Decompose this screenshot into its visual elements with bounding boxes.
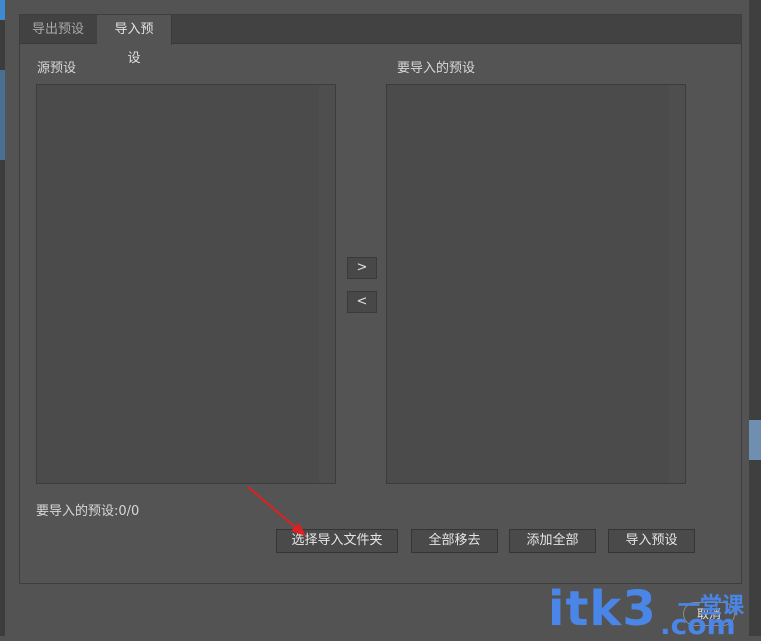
background-window-left — [0, 0, 5, 636]
target-presets-list[interactable] — [386, 84, 686, 484]
add-selected-button[interactable]: > — [347, 257, 377, 279]
tab-export-presets[interactable]: 导出预设 — [20, 15, 96, 44]
add-all-button[interactable]: 添加全部 — [509, 529, 596, 553]
tab-import-presets[interactable]: 导入预设 — [97, 15, 172, 66]
import-count-label: 要导入的预设:0/0 — [36, 504, 140, 519]
remove-all-button[interactable]: 全部移去 — [411, 529, 498, 553]
select-import-folder-button[interactable]: 选择导入文件夹 — [276, 529, 398, 553]
source-presets-list[interactable] — [36, 84, 336, 484]
scrollbar[interactable] — [669, 85, 685, 483]
target-presets-label: 要导入的预设 — [397, 61, 476, 76]
tab-bar: 导出预设 导入预设 — [20, 15, 741, 66]
remove-selected-button[interactable]: < — [347, 291, 377, 313]
preset-import-dialog: 导出预设 导入预设 源预设 要导入的预设 > < 要导入的预设:0/0 选择导入… — [19, 14, 742, 584]
background-accent — [0, 0, 5, 20]
background-accent — [749, 420, 761, 460]
background-accent — [0, 70, 5, 160]
background-window-right — [749, 0, 761, 636]
watermark-main-text: itk3 — [548, 581, 657, 637]
scrollbar[interactable] — [319, 85, 335, 483]
source-presets-label: 源预设 — [37, 61, 77, 76]
watermark-logo: itk3 一堂课 .com — [548, 581, 748, 641]
watermark-domain-text: .com — [660, 608, 736, 641]
import-presets-button[interactable]: 导入预设 — [608, 529, 695, 553]
